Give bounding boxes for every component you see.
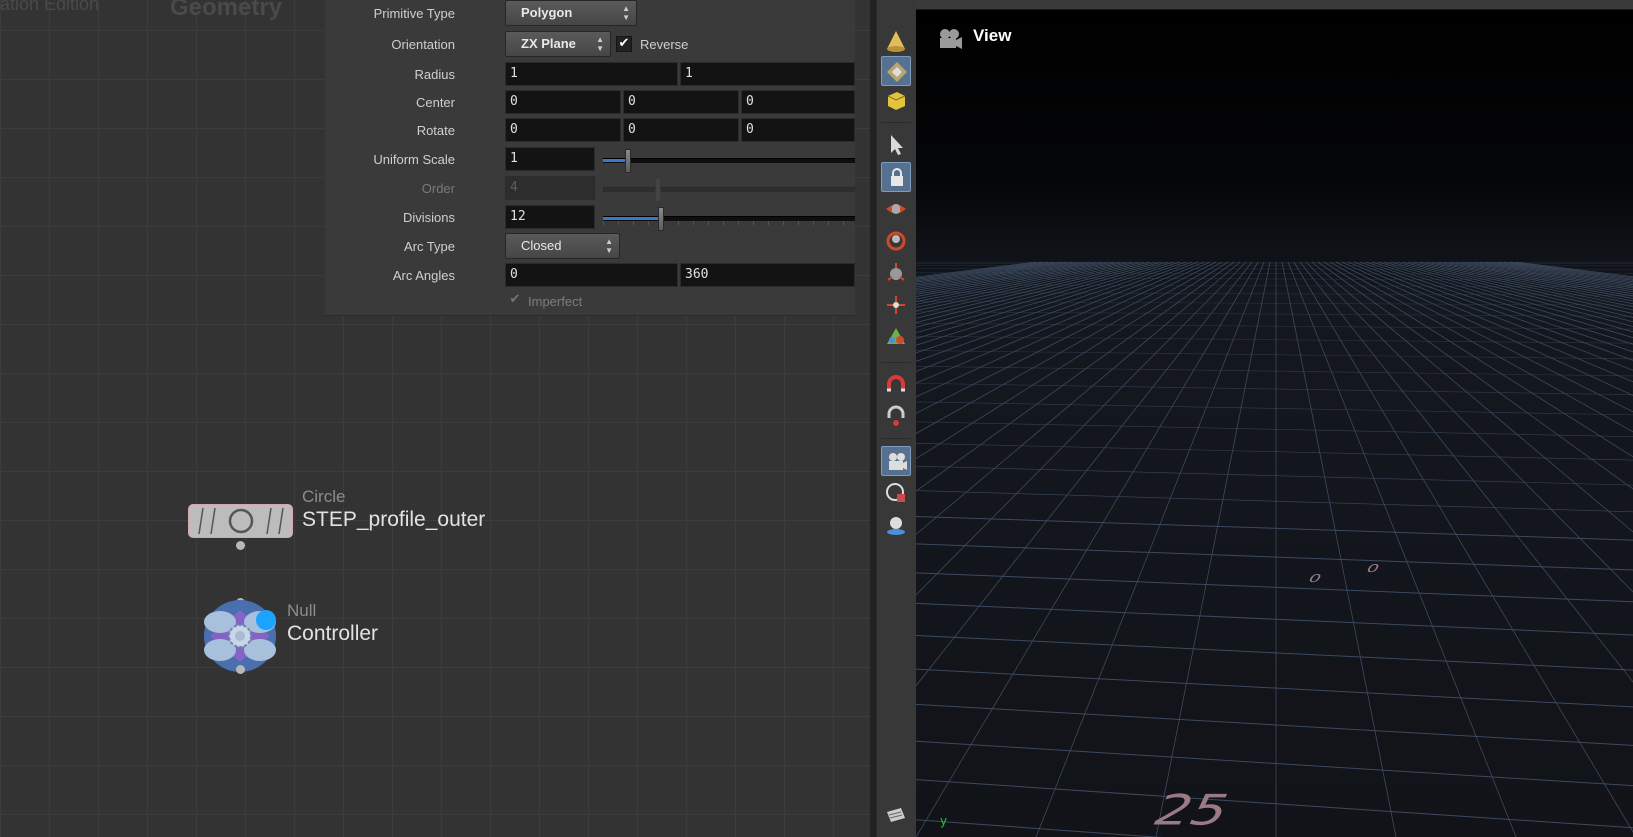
orientation-menu[interactable]: ZX Plane ▲ ▼ — [505, 31, 611, 57]
param-primitive-type: Primitive Type Polygon ▲ ▼ — [325, 0, 855, 26]
param-center: Center 0 0 0 — [325, 89, 855, 115]
primitive-type-label: Primitive Type — [373, 6, 455, 21]
pose-icon[interactable] — [881, 290, 911, 320]
param-arc-type: Arc Type Closed ▲ ▼ — [325, 233, 855, 259]
order-slider — [603, 178, 855, 202]
circle-node-icon — [198, 507, 284, 535]
cone-icon[interactable] — [881, 26, 911, 56]
edition-label: ation Edition — [0, 0, 100, 14]
param-radius: Radius 1 1 — [325, 61, 855, 87]
menu-arrows-icon: ▲ ▼ — [596, 35, 604, 53]
arc-angle-start-field[interactable]: 0 — [505, 263, 678, 287]
checkmark-icon: ✔ — [618, 36, 630, 51]
arc-type-label: Arc Type — [403, 239, 455, 254]
orientation-value: ZX Plane — [521, 36, 576, 51]
slider-handle[interactable] — [657, 207, 664, 231]
param-rotate: Rotate 0 0 0 — [325, 117, 855, 143]
rotate-x-field[interactable]: 0 — [505, 118, 621, 142]
param-divisions: Divisions 12 — [325, 204, 855, 231]
uniform-scale-label: Uniform Scale — [373, 152, 455, 167]
scene-viewport[interactable]: View 0 0 25 y — [916, 0, 1633, 837]
null-node-name[interactable]: Controller — [287, 622, 378, 646]
snap-options-icon[interactable] — [881, 402, 911, 432]
radius-x-field[interactable]: 1 — [505, 62, 678, 86]
circle-node[interactable] — [188, 504, 293, 538]
radius-label: Radius — [414, 67, 455, 82]
parameter-panel: Primitive Type Polygon ▲ ▼ Orientation ZX… — [325, 0, 855, 316]
snap-magnet-icon[interactable] — [881, 370, 911, 400]
center-label: Center — [415, 95, 455, 110]
order-field: 4 — [505, 176, 595, 200]
divisions-slider[interactable] — [603, 207, 855, 231]
reverse-checkbox[interactable]: ✔ — [616, 36, 632, 52]
imperfect-checkbox: ✔ — [507, 293, 523, 309]
slider-handle[interactable] — [625, 149, 632, 173]
light-icon[interactable] — [881, 510, 911, 540]
param-arc-angles: Arc Angles 0 360 — [325, 262, 855, 288]
pointer-icon[interactable] — [881, 130, 911, 160]
camera-icon[interactable] — [881, 446, 911, 476]
rotate-label: Rotate — [416, 123, 455, 138]
center-x-field[interactable]: 0 — [505, 90, 621, 114]
arc-angles-label: Arc Angles — [392, 268, 455, 283]
orientation-label: Orientation — [391, 37, 455, 52]
order-label: Order — [421, 181, 455, 196]
param-orientation: Orientation ZX Plane ▲ ▼ ✔ Reverse — [325, 31, 855, 57]
checkmark-icon: ✔ — [509, 292, 521, 307]
rotate-y-field[interactable]: 0 — [623, 118, 739, 142]
handle-icon[interactable] — [881, 258, 911, 288]
circle-node-name[interactable]: STEP_profile_outer — [302, 508, 485, 532]
arc-type-menu[interactable]: Closed ▲ ▼ — [505, 233, 620, 259]
circle-node-output[interactable] — [236, 541, 245, 550]
rotate-icon[interactable] — [881, 226, 911, 256]
notes-icon[interactable] — [881, 800, 911, 830]
null-node-type: Null — [287, 601, 317, 620]
uniform-scale-field[interactable]: 1 — [505, 147, 595, 171]
circle-node-type: Circle — [302, 487, 346, 506]
transform-icon[interactable] — [881, 194, 911, 224]
menu-arrows-icon: ▲ ▼ — [605, 237, 613, 255]
menu-arrows-icon: ▲ ▼ — [622, 4, 630, 22]
radius-y-field[interactable]: 1 — [680, 62, 855, 86]
param-order: Order 4 — [325, 175, 855, 202]
primitive-type-menu[interactable]: Polygon ▲ ▼ — [505, 0, 637, 26]
arc-angle-end-field[interactable]: 360 — [680, 263, 855, 287]
reverse-label: Reverse — [640, 37, 689, 52]
param-uniform-scale: Uniform Scale 1 — [325, 146, 855, 173]
uniform-scale-slider[interactable] — [603, 149, 855, 173]
divisions-field[interactable]: 12 — [505, 205, 595, 229]
imperfect-label: Imperfect — [528, 294, 583, 309]
divisions-label: Divisions — [402, 210, 455, 225]
param-imperfect: ✔ Imperfect — [325, 292, 855, 318]
primitive-type-value: Polygon — [521, 5, 573, 20]
center-z-field[interactable]: 0 — [741, 90, 855, 114]
lock-icon[interactable] — [881, 162, 911, 192]
network-title: Geometry — [170, 0, 283, 21]
diamond-select-icon[interactable] — [881, 56, 911, 86]
display-options-icon[interactable] — [881, 478, 911, 508]
viewport-toolbar — [876, 0, 917, 837]
box-icon[interactable] — [881, 86, 911, 116]
ground-grid — [916, 261, 1633, 837]
arc-type-value: Closed — [521, 238, 562, 253]
center-y-field[interactable]: 0 — [623, 90, 739, 114]
null-node-output[interactable] — [236, 665, 245, 674]
slider-handle — [655, 178, 662, 202]
rotate-z-field[interactable]: 0 — [741, 118, 855, 142]
null-node[interactable] — [200, 596, 280, 676]
scene-icon[interactable] — [881, 322, 911, 352]
axis-label-y: y — [940, 814, 948, 828]
